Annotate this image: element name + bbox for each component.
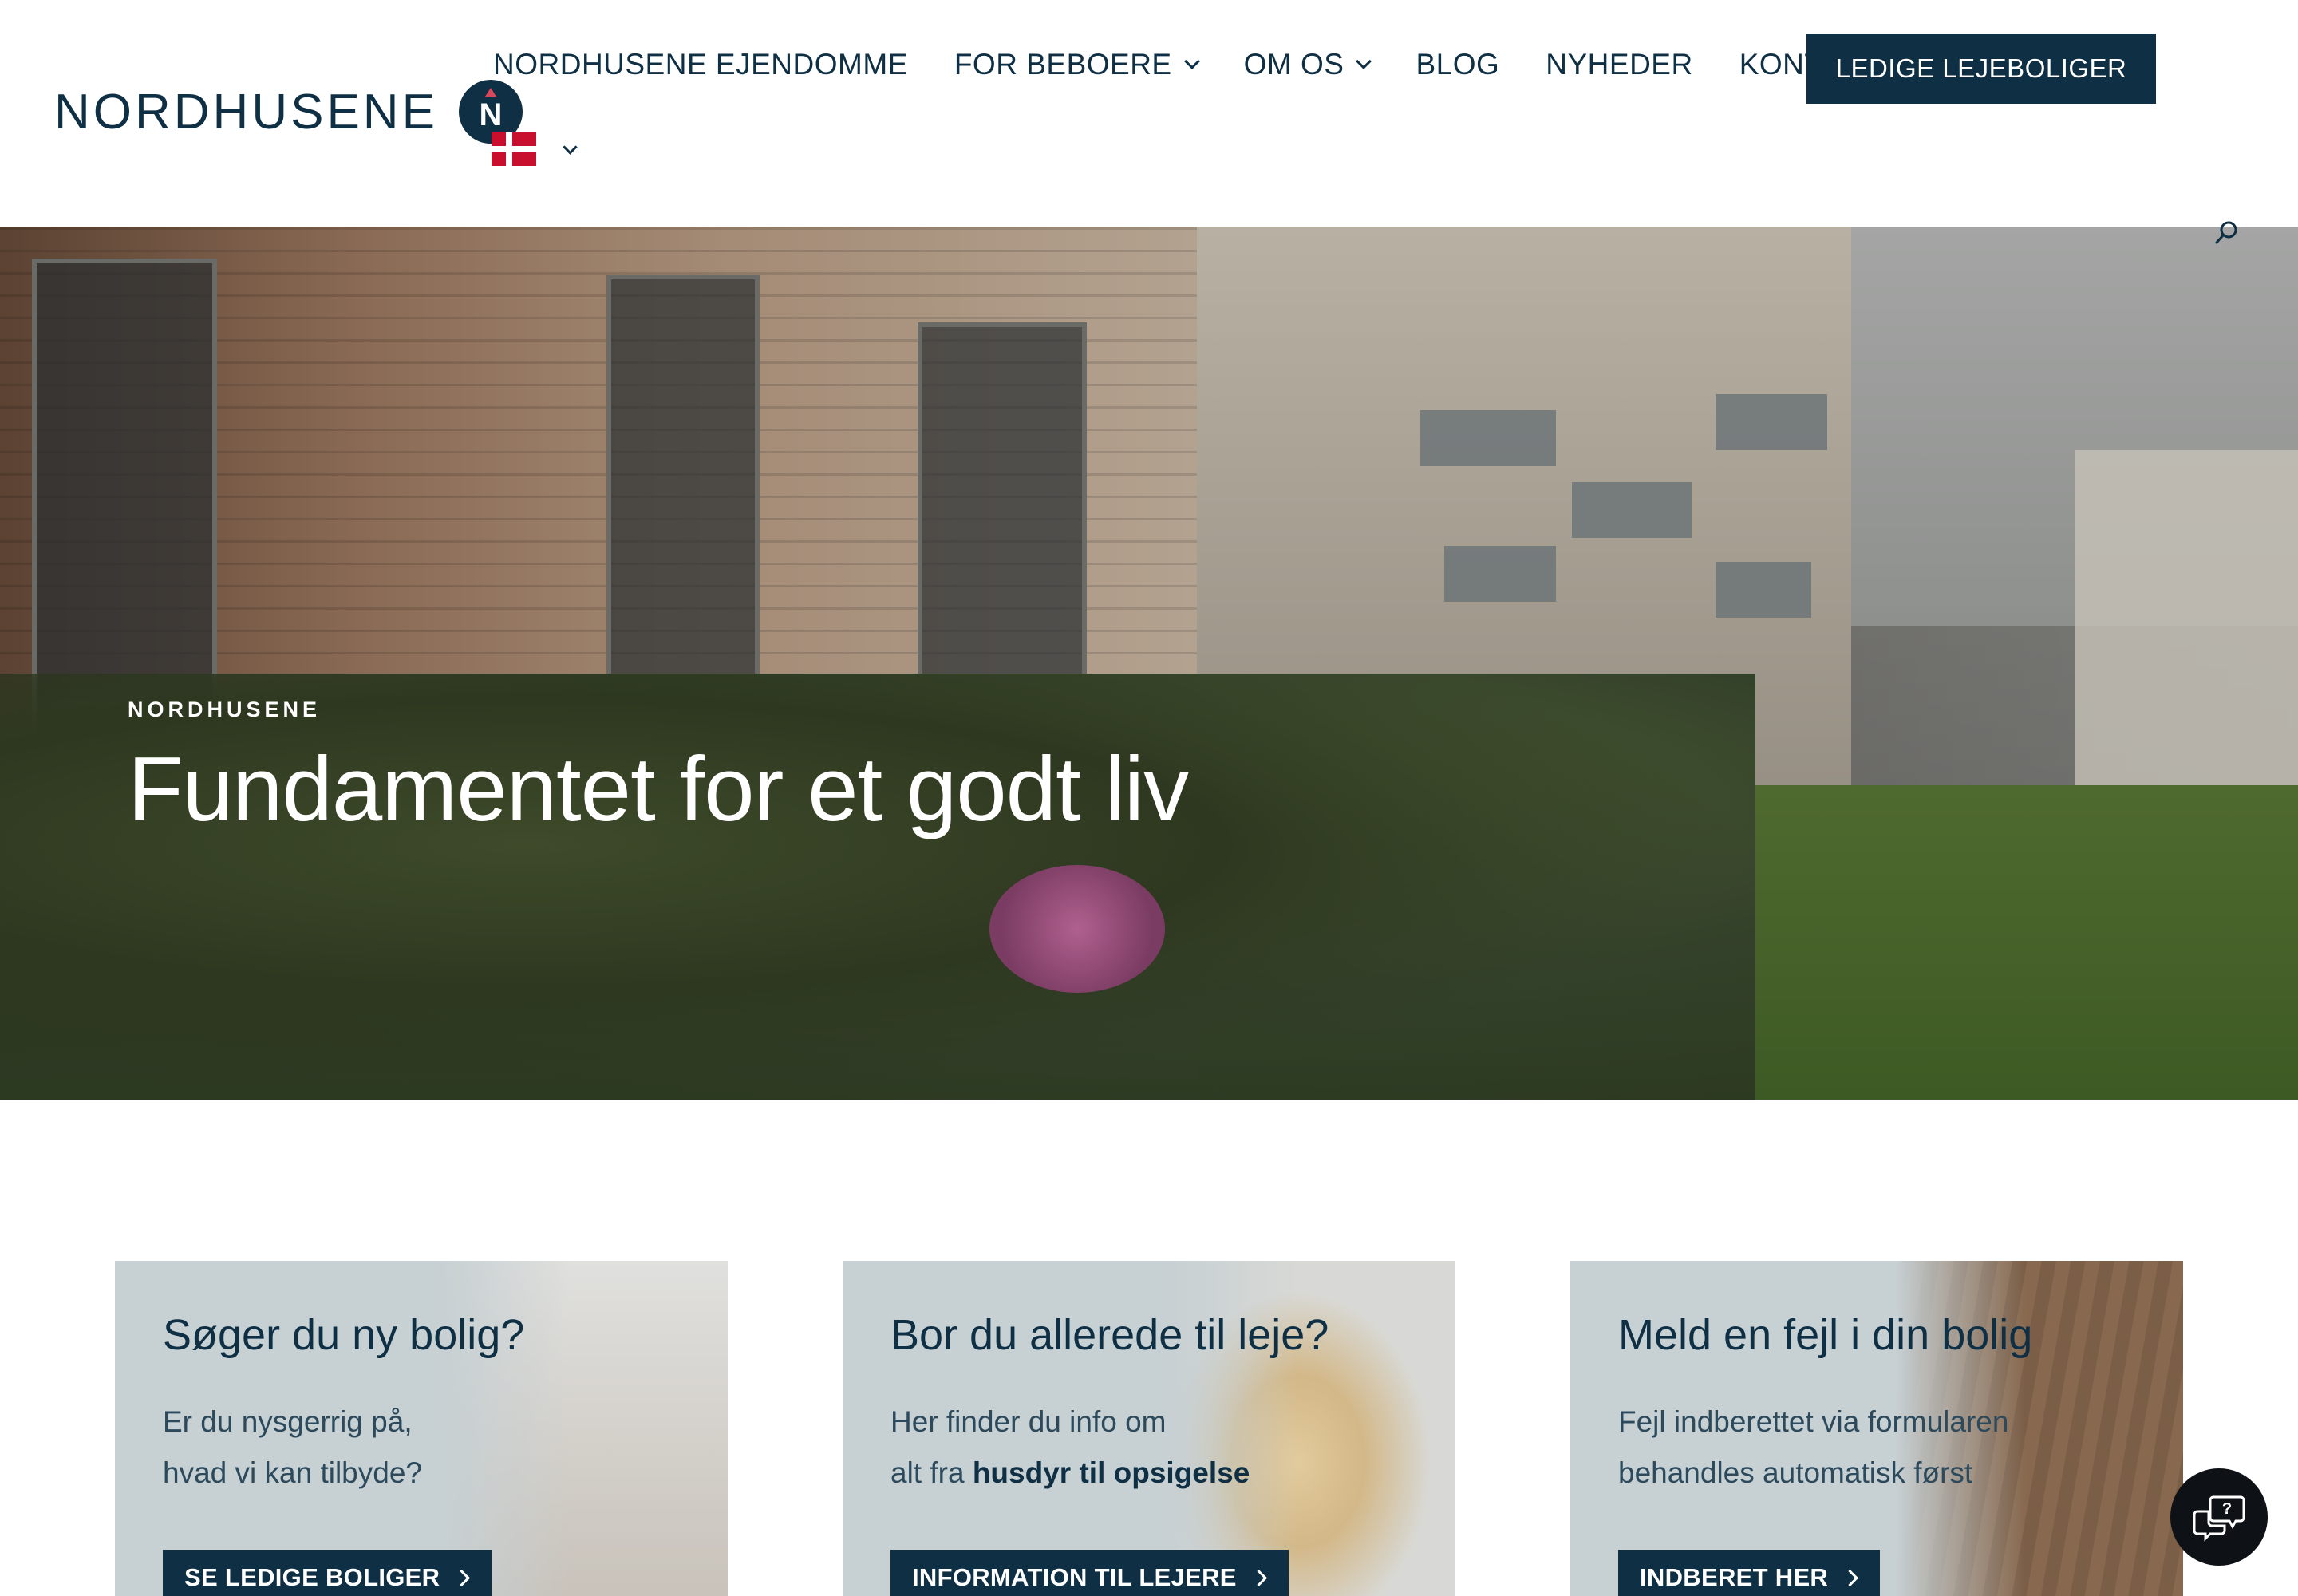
chevron-right-icon xyxy=(1250,1569,1267,1586)
chevron-down-icon xyxy=(563,139,578,155)
site-header: NORDHUSENE N NORDHUSENE EJENDOMME FOR BE… xyxy=(0,0,2298,227)
card-description: Fejl indberettet via formularen behandle… xyxy=(1618,1405,2009,1489)
nav-item-nyheder[interactable]: NYHEDER xyxy=(1546,48,1692,81)
nav-item-om-os[interactable]: OM OS xyxy=(1244,48,1372,81)
card-current-tenant: Bor du allerede til leje? Her finder du … xyxy=(843,1261,1455,1596)
logo-text: NORDHUSENE xyxy=(54,84,438,140)
card-description: Er du nysgerrig på, hvad vi kan tilbyde? xyxy=(163,1405,422,1489)
nav-item-blog[interactable]: BLOG xyxy=(1416,48,1499,81)
chevron-right-icon xyxy=(1842,1569,1859,1586)
indberet-her-button[interactable]: INDBERET HER xyxy=(1618,1550,1881,1596)
hero-flowers xyxy=(989,865,1165,993)
card-search-home: Søger du ny bolig? Er du nysgerrig på, h… xyxy=(115,1261,728,1596)
card-title: Bor du allerede til leje? xyxy=(890,1311,1329,1359)
main-nav: NORDHUSENE EJENDOMME FOR BEBOERE OM OS B… xyxy=(493,48,1925,81)
card-description: Her finder du info om alt fra husdyr til… xyxy=(890,1405,1250,1489)
language-switcher[interactable] xyxy=(492,132,578,166)
chat-help-icon[interactable]: ? xyxy=(2170,1468,2268,1566)
nav-item-for-beboere[interactable]: FOR BEBOERE xyxy=(954,48,1200,81)
card-title: Meld en fejl i din bolig xyxy=(1618,1311,2033,1359)
chevron-down-icon xyxy=(1183,53,1200,69)
chevron-right-icon xyxy=(453,1569,471,1586)
danish-flag-icon xyxy=(492,132,536,166)
svg-text:?: ? xyxy=(2222,1500,2232,1518)
chevron-down-icon xyxy=(1356,53,1372,69)
logo[interactable]: NORDHUSENE N xyxy=(54,80,523,144)
card-title: Søger du ny bolig? xyxy=(163,1311,525,1359)
information-til-lejere-button[interactable]: INFORMATION TIL LEJERE xyxy=(890,1550,1289,1596)
se-ledige-boliger-button[interactable]: SE LEDIGE BOLIGER xyxy=(163,1550,492,1596)
card-report-fault: Meld en fejl i din bolig Fejl indberette… xyxy=(1570,1261,2183,1596)
search-icon[interactable] xyxy=(2215,220,2239,244)
hero-banner: NORDHUSENE Fundamentet for et godt liv xyxy=(0,227,2298,1100)
hero-title: Fundamentet for et godt liv xyxy=(128,739,1189,840)
nav-item-nordhusene-ejendomme[interactable]: NORDHUSENE EJENDOMME xyxy=(493,48,908,81)
ledige-lejeboliger-button[interactable]: LEDIGE LEJEBOLIGER xyxy=(1806,34,2156,104)
hero-eyebrow: NORDHUSENE xyxy=(128,697,322,721)
